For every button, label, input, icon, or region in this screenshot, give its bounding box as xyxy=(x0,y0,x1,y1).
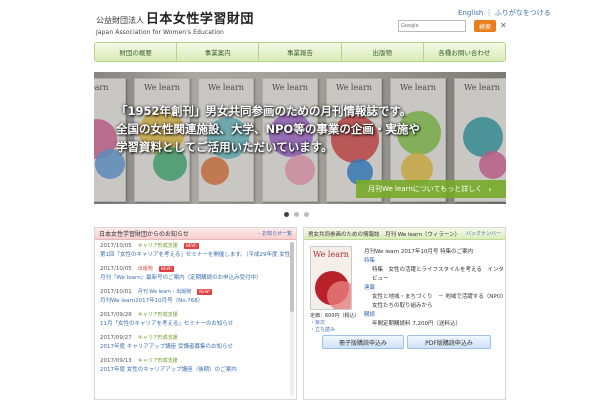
news-panel-title: 日本女性学習財団からのお知らせ xyxy=(99,231,189,238)
list-item: 2017/10/01 月刊 We learn・出版物 NEW! 月刊We lea… xyxy=(95,286,296,309)
slider-pagination xyxy=(284,212,309,217)
news-category: キャリア形成支援 xyxy=(137,358,178,364)
magazine-panel-header: 男女共同参画のための情報誌 月刊 We learn（ウィラーン） バックナンバー xyxy=(304,228,505,240)
news-title-link[interactable]: 月刊We learn2017年10月号（No.768） xyxy=(100,297,291,309)
news-category: キャリア形成支援 xyxy=(137,335,178,341)
slider-dot[interactable] xyxy=(284,212,289,217)
list-item: 2017/09/28 キャリア形成支援 11月「女性のキャリアを考える」セミナー… xyxy=(95,309,296,332)
news-date: 2017/10/05 xyxy=(100,265,132,272)
news-date: 2017/09/27 xyxy=(100,334,132,341)
toc-link[interactable]: ・目次 xyxy=(310,320,335,327)
chevron-right-icon: › xyxy=(488,184,492,194)
backnumber-link[interactable]: バックナンバー xyxy=(466,230,501,237)
hero-more-link[interactable]: 月刊We learnについてもっと詳しく › xyxy=(356,180,506,198)
news-scrollbar[interactable] xyxy=(290,242,294,396)
org-name: 日本女性学習財団 xyxy=(145,12,254,27)
pdf-order-button[interactable]: PDF版購読申込み xyxy=(407,335,491,349)
news-date: 2017/10/01 xyxy=(100,288,132,295)
print-order-button[interactable]: 冊子版購読申込み xyxy=(322,335,404,349)
search-button[interactable]: 検索 xyxy=(474,20,496,32)
magazine-cover[interactable]: We learn xyxy=(310,246,352,310)
nav-item-publications[interactable]: 出版物 xyxy=(342,43,424,61)
list-item: 2017/09/27 キャリア形成支援 2017年度 キャリアアップ講座 受講者… xyxy=(95,332,296,355)
magazine-panel: 男女共同参画のための情報誌 月刊 We learn（ウィラーン） バックナンバー… xyxy=(303,227,506,400)
nav-item-about[interactable]: 財団の概要 xyxy=(95,43,178,61)
news-date: 2017/09/28 xyxy=(100,311,132,318)
news-date: 2017/09/13 xyxy=(100,357,132,364)
news-category: キャリア形成支援 xyxy=(137,243,178,249)
hero-caption-line: 学習資料としてご活用いただいています。 xyxy=(116,140,333,154)
news-panel: 日本女性学習財団からのお知らせ - お知らせ一覧 2017/10/05 キャリア… xyxy=(94,227,297,400)
magazine-side-links: ・目次 ・立ち読み xyxy=(310,320,335,334)
hero-slider[interactable]: learn We learn We learn We learn We lear… xyxy=(94,72,506,204)
hero-caption-line: 全国の女性関連施設、大学、NPO等の事業の企画・実施や xyxy=(116,122,420,136)
hero-caption-line: 「1952年創刊」男女共同参画のための月刊情報誌です。 xyxy=(116,104,412,118)
magazine-info-label: 購読 xyxy=(364,312,376,318)
site-header: 公益財団法人 日本女性学習財団 Japan Association for Wo… xyxy=(0,0,600,40)
nav-item-reports[interactable]: 事業報告 xyxy=(259,43,342,61)
magazine-info-label: 連載 xyxy=(364,285,376,291)
news-list[interactable]: 2017/10/05 キャリア形成支援 NEW! 第1回「女性のキャリアを考える… xyxy=(95,240,296,399)
list-item: 2017/10/05 キャリア形成支援 NEW! 第1回「女性のキャリアを考える… xyxy=(95,240,296,263)
magazine-info-line: 女性と地域・まちづくり － 地域で活躍する（NPO）女性たちの取り組みから xyxy=(372,294,504,309)
magazine-price: 定価：600円（税込） xyxy=(310,313,360,319)
news-category: キャリア形成支援 xyxy=(137,312,178,318)
list-item: 2017/10/05 出版物 NEW! 月刊『We learn』最新号のご案内（… xyxy=(95,263,296,286)
slider-dot[interactable] xyxy=(304,212,309,217)
new-badge: NEW! xyxy=(183,242,199,249)
global-nav: 財団の概要 事業案内 事業報告 出版物 各種お問い合わせ xyxy=(94,42,506,62)
magazine-panel-title: 男女共同参画のための情報誌 月刊 We learn（ウィラーン） xyxy=(308,231,461,238)
org-type-label: 公益財団法人 xyxy=(96,16,144,25)
site-logo[interactable]: 公益財団法人 日本女性学習財団 Japan Association for Wo… xyxy=(96,8,254,36)
magazine-info: 月刊We learn 2017年10月号 特集のご案内 特集 特集 女性の活躍と… xyxy=(364,248,504,329)
hero-more-link-label: 月刊We learnについてもっと詳しく xyxy=(368,185,483,193)
org-english-name: Japan Association for Women's Education xyxy=(96,29,224,36)
language-link[interactable]: English ｜ ふりがなをつける xyxy=(458,8,551,18)
nav-item-contact[interactable]: 各種お問い合わせ xyxy=(424,43,505,61)
collapse-icon[interactable]: - xyxy=(258,230,260,237)
news-panel-header: 日本女性学習財団からのお知らせ - お知らせ一覧 xyxy=(95,228,296,240)
new-badge: NEW! xyxy=(158,265,174,272)
news-category: 出版物 xyxy=(137,266,153,272)
cover-graphic xyxy=(327,281,351,309)
preview-link[interactable]: ・立ち読み xyxy=(310,327,335,334)
magazine-info-line: 特集 女性の活躍とライフスタイルを考える インタビュー xyxy=(372,267,504,282)
news-title-link[interactable]: 2017年度 女性のキャリアアップ講座（後期）のご案内 xyxy=(100,366,291,378)
magazine-info-line: 月刊We learn 2017年10月号 特集のご案内 xyxy=(364,249,474,255)
nav-item-programs[interactable]: 事業案内 xyxy=(177,43,260,61)
news-title-link[interactable]: 11月「女性のキャリアを考える」セミナーのお知らせ xyxy=(100,320,291,332)
news-category: 月刊 We learn・出版物 xyxy=(137,289,192,295)
list-item: 2017/09/13 キャリア形成支援 2017年度 女性のキャリアアップ講座（… xyxy=(95,355,296,378)
news-title-link[interactable]: 2017年度 キャリアアップ講座 受講者募集のお知らせ xyxy=(100,343,291,355)
new-badge: NEW! xyxy=(197,288,213,295)
slider-dot[interactable] xyxy=(294,212,299,217)
news-title-link[interactable]: 第1回「女性のキャリアを考える」セミナーを開催します。（平成29年度 女性のため… xyxy=(100,251,291,263)
news-date: 2017/10/05 xyxy=(100,242,132,249)
news-title-link[interactable]: 月刊『We learn』最新号のご案内（定期購読のお申込み受付中） xyxy=(100,274,291,286)
news-list-link[interactable]: お知らせ一覧 xyxy=(262,231,292,237)
scrollbar-thumb[interactable] xyxy=(290,242,294,312)
close-icon[interactable]: ✕ xyxy=(500,21,507,30)
search-input[interactable] xyxy=(398,20,466,32)
cover-title: We learn xyxy=(313,250,349,259)
hero-caption: 「1952年創刊」男女共同参画のための月刊情報誌です。 全国の女性関連施設、大学… xyxy=(116,102,420,156)
magazine-info-label: 特集 xyxy=(364,258,376,264)
magazine-info-line: 年間定期購読料 7,200円（送料込） xyxy=(372,321,461,327)
